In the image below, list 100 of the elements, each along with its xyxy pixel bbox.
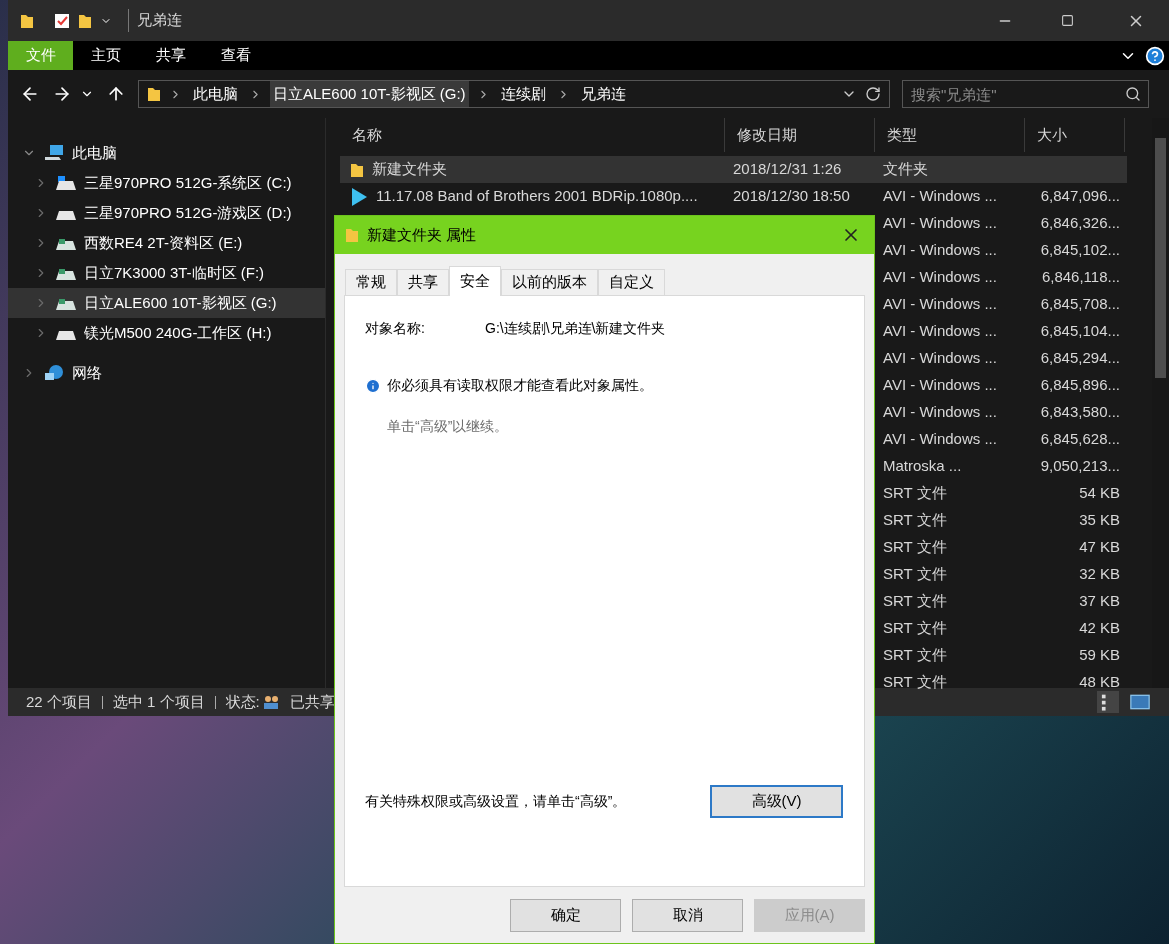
- dialog-tab[interactable]: 自定义: [598, 269, 665, 295]
- nav-item-label: 日立7K3000 3T-临时区 (F:): [84, 262, 265, 283]
- status-selection-count: 选中 1 个项目: [112, 691, 205, 712]
- dialog-tab[interactable]: 以前的版本: [501, 269, 598, 295]
- ribbon-tab[interactable]: 主页: [73, 41, 138, 70]
- details-view-icon[interactable]: [1097, 691, 1119, 713]
- nav-item-label: 三星970PRO 512G-系统区 (C:): [84, 172, 292, 193]
- folder-icon: [350, 161, 364, 178]
- file-type: AVI - Windows ...: [883, 430, 997, 448]
- nav-tree-item[interactable]: 镁光M500 240G-工作区 (H:): [8, 318, 325, 348]
- file-date: 2018/12/30 18:50: [733, 187, 850, 205]
- breadcrumb-item[interactable]: 日立ALE600 10T-影视区 (G:): [270, 81, 469, 107]
- column-header[interactable]: 修改日期: [725, 118, 875, 152]
- nav-tree-item[interactable]: 三星970PRO 512G-系统区 (C:): [8, 168, 325, 198]
- nav-tree-item[interactable]: 西数RE4 2T-资料区 (E:): [8, 228, 325, 258]
- address-bar[interactable]: 此电脑 日立ALE600 10T-影视区 (G:) 连续剧 兄弟连: [138, 80, 890, 108]
- refresh-icon[interactable]: [865, 86, 881, 102]
- file-type: SRT 文件: [883, 646, 947, 664]
- file-size: 6,843,580...: [1040, 402, 1120, 423]
- nav-item-label: 网络: [72, 362, 102, 383]
- nav-tree-item[interactable]: 此电脑: [8, 138, 325, 168]
- nav-item-label: 西数RE4 2T-资料区 (E:): [84, 232, 243, 253]
- file-size: 37 KB: [1079, 591, 1120, 612]
- column-header[interactable]: 大小: [1025, 118, 1125, 152]
- file-size: 6,845,896...: [1040, 375, 1120, 396]
- status-shared: 已共享: [289, 691, 335, 712]
- dialog-button[interactable]: 确定: [510, 899, 621, 932]
- file-size: 59 KB: [1079, 645, 1120, 666]
- folder-icon: [20, 12, 34, 29]
- file-type: AVI - Windows ...: [883, 349, 997, 367]
- folder-icon: [147, 86, 161, 102]
- object-name-label: 对象名称:: [365, 319, 426, 338]
- nav-item-label: 此电脑: [72, 142, 117, 163]
- file-row[interactable]: 11.17.08 Band of Brothers 2001 BDRip.1080p.... 2018/12/30 18:50 AVI - Windows ... 6,847,096...: [340, 183, 1127, 210]
- status-label: 状态:: [225, 691, 260, 712]
- file-type: AVI - Windows ...: [883, 241, 997, 259]
- file-size: 6,846,118...: [1041, 267, 1120, 288]
- breadcrumb-item[interactable]: 连续剧: [497, 81, 549, 107]
- maximize-icon[interactable]: [1061, 14, 1074, 27]
- properties-checkbox-icon[interactable]: [54, 12, 70, 29]
- file-size: 6,845,104...: [1040, 321, 1120, 342]
- file-type: AVI - Windows ...: [883, 268, 997, 286]
- file-size: 32 KB: [1079, 564, 1120, 585]
- dialog-title: 新建文件夹 属性: [367, 224, 478, 245]
- file-size: 6,846,326...: [1040, 213, 1120, 234]
- file-size: 35 KB: [1079, 510, 1120, 531]
- ribbon-tab[interactable]: 查看: [203, 41, 268, 70]
- breadcrumb-item[interactable]: 兄弟连: [577, 81, 629, 107]
- ribbon-tab[interactable]: 共享: [138, 41, 203, 70]
- search-icon[interactable]: [1125, 86, 1141, 102]
- file-size: 42 KB: [1079, 618, 1120, 639]
- breadcrumb-item[interactable]: 此电脑: [190, 81, 241, 107]
- search-field[interactable]: 搜索"兄弟连": [902, 80, 1149, 108]
- dialog-button[interactable]: 取消: [632, 899, 743, 932]
- play-file-icon: [350, 186, 368, 207]
- file-size: 48 KB: [1079, 672, 1120, 693]
- help-icon[interactable]: [1145, 45, 1165, 66]
- column-header[interactable]: 名称: [340, 118, 725, 152]
- folder-icon: [345, 227, 359, 243]
- window-title: 兄弟连: [128, 9, 182, 32]
- file-type: Matroska ...: [883, 457, 962, 475]
- file-type: SRT 文件: [883, 511, 947, 529]
- file-size: 6,845,628...: [1040, 429, 1120, 450]
- status-item-count: 22 个项目: [26, 691, 92, 712]
- advanced-button[interactable]: 高级(V): [710, 785, 843, 818]
- nav-tree-item[interactable]: 三星970PRO 512G-游戏区 (D:): [8, 198, 325, 228]
- info-icon: [365, 377, 381, 394]
- column-header[interactable]: 类型: [875, 118, 1025, 152]
- file-type: AVI - Windows ...: [883, 376, 997, 394]
- file-size: 6,845,102...: [1040, 240, 1120, 261]
- file-type: SRT 文件: [883, 673, 947, 691]
- file-size: 47 KB: [1079, 537, 1120, 558]
- nav-item-label: 日立ALE600 10T-影视区 (G:): [84, 292, 277, 313]
- file-row[interactable]: 新建文件夹 2018/12/31 1:26 文件夹: [340, 156, 1127, 183]
- advanced-settings-text: 有关特殊权限或高级设置，请单击“高级”。: [365, 792, 627, 811]
- file-type: 文件夹: [883, 160, 928, 178]
- file-size: 6,845,294...: [1040, 348, 1120, 369]
- nav-tree-item[interactable]: 日立7K3000 3T-临时区 (F:): [8, 258, 325, 288]
- shared-users-icon: [261, 694, 280, 710]
- computer-icon: [44, 144, 64, 162]
- network-globe-icon: [44, 364, 64, 382]
- file-type: SRT 文件: [883, 565, 947, 583]
- file-type: AVI - Windows ...: [883, 187, 997, 205]
- file-type: SRT 文件: [883, 619, 947, 637]
- file-type: SRT 文件: [883, 484, 947, 502]
- file-date: 2018/12/31 1:26: [733, 160, 842, 178]
- file-type: AVI - Windows ...: [883, 403, 997, 421]
- file-size: 6,845,708...: [1040, 294, 1120, 315]
- nav-item-label: 镁光M500 240G-工作区 (H:): [84, 322, 272, 343]
- file-type: AVI - Windows ...: [883, 214, 997, 232]
- dialog-tab[interactable]: 安全: [449, 266, 501, 296]
- dialog-tab[interactable]: 共享: [397, 269, 449, 295]
- file-size: 6,847,096...: [1040, 186, 1120, 207]
- nav-tree-item[interactable]: 网络: [8, 358, 325, 388]
- file-type: AVI - Windows ...: [883, 322, 997, 340]
- dialog-tab[interactable]: 常规: [345, 269, 397, 295]
- permission-notice: 你必须具有读取权限才能查看此对象属性。: [387, 376, 653, 395]
- object-name-value: G:\连续剧\兄弟连\新建文件夹: [485, 319, 666, 338]
- file-type: AVI - Windows ...: [883, 295, 997, 313]
- nav-tree-item[interactable]: 日立ALE600 10T-影视区 (G:): [8, 288, 325, 318]
